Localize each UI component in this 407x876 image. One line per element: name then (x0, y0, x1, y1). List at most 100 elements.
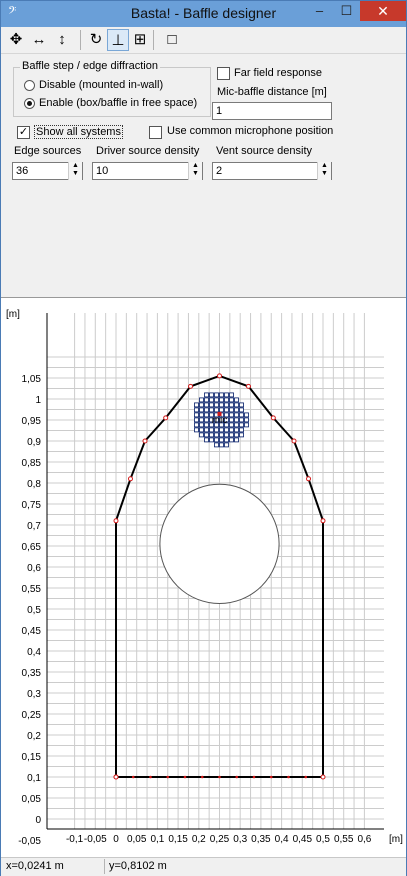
tweeter-source-cell (214, 437, 219, 443)
radio-disable-label[interactable]: Disable (mounted in-wall) (39, 79, 163, 91)
edge-sources-spinner[interactable]: ▲ ▼ (68, 162, 82, 180)
tweeter-source-cell (204, 427, 209, 433)
close-button[interactable]: ✕ (360, 1, 406, 21)
baffle-node (163, 415, 169, 421)
baffle-node (142, 438, 148, 444)
tweeter-source-cell (219, 397, 224, 403)
x-tick-label: 0,35 (251, 834, 271, 845)
tweeter-source-cell (194, 402, 199, 408)
tweeter-source-cell (229, 407, 234, 413)
tweeter-source-cell (229, 422, 234, 428)
toolbar-separator (80, 30, 81, 50)
y-tick-label: 0,35 (22, 668, 42, 679)
vertical-arrow-icon[interactable]: ↕ (51, 29, 73, 51)
horizontal-arrow-icon[interactable]: ↔ (28, 29, 50, 51)
tweeter-source-cell (214, 392, 219, 398)
baffle-plot[interactable]: 1,0510,950,90,850,80,750,70,650,60,550,5… (1, 298, 406, 858)
tweeter-source-cell (209, 392, 214, 398)
baffle-node (217, 373, 222, 379)
show-all-label[interactable]: Show all systems (34, 125, 123, 139)
vent-density-input[interactable]: 2 (212, 162, 332, 180)
far-field-checkbox[interactable] (217, 67, 230, 80)
y-tick-label: 0,3 (27, 689, 41, 700)
edge-source-dot (269, 775, 273, 779)
tweeter-source-cell (224, 427, 229, 433)
woofer-driver-circle (159, 483, 280, 604)
radio-enable-label[interactable]: Enable (box/baffle in free space) (39, 97, 197, 109)
common-mic-label[interactable]: Use common microphone position (167, 125, 333, 137)
baffle-plot-area[interactable]: 1,05 1 0,95 0,9 0,85 0,8 0,75 0,7 0,65 0,6 0,55 0,5… (1, 297, 406, 858)
tweeter-source-cell (214, 402, 219, 408)
y-unit-label: [m] (6, 309, 20, 320)
tweeter-source-cell (234, 412, 239, 418)
tweeter-source-cell (194, 427, 199, 433)
tweeter-source-cell (219, 437, 224, 443)
tweeter-source-cell (239, 432, 244, 438)
edge-source-dot (304, 775, 308, 779)
tweeter-source-cell (244, 417, 249, 423)
edge-source-dot (235, 775, 239, 779)
tweeter-source-cell (199, 422, 204, 428)
tweeter-source-cell (209, 402, 214, 408)
tweeter-source-cell (229, 437, 234, 443)
x-tick-label: 0,1 (150, 834, 164, 845)
show-all-checkbox[interactable]: ✓ (17, 126, 30, 139)
tweeter-source-cell (234, 417, 239, 423)
tweeter-source-cell (219, 392, 224, 398)
x-tick-label: 0,6 (357, 834, 371, 845)
tweeter-source-cell (229, 432, 234, 438)
toolbar-separator (153, 30, 154, 50)
rectangle-tool-icon[interactable]: □ (161, 29, 183, 51)
y-tick-label: 0,55 (22, 584, 42, 595)
tweeter-source-cell (214, 397, 219, 403)
far-field-label[interactable]: Far field response (234, 67, 322, 79)
x-tick-label: 0,25 (210, 834, 230, 845)
tweeter-source-cell (234, 402, 239, 408)
tweeter-source-cell (239, 407, 244, 413)
tweeter-source-cell (194, 417, 199, 423)
vent-density-spinner[interactable]: ▲ ▼ (317, 162, 331, 180)
driver-density-input[interactable]: 10 (92, 162, 203, 180)
y-tick-label: 1 (35, 395, 41, 406)
radio-enable[interactable] (24, 98, 35, 109)
maximize-button[interactable]: ☐ (333, 1, 360, 21)
tweeter-source-cell (204, 407, 209, 413)
baffle-node (306, 476, 312, 482)
title-bar[interactable]: 𝄢 Basta! - Baffle designer – ☐ ✕ (1, 1, 406, 27)
tweeter-source-cell (239, 422, 244, 428)
y-tick-label: 1,05 (22, 374, 42, 385)
grid-snap-icon[interactable]: ⊞ (129, 29, 151, 51)
tweeter-source-cell (204, 402, 209, 408)
tweeter-source-cell (209, 427, 214, 433)
tweeter-source-cell (219, 442, 224, 448)
tweeter-source-cell (239, 412, 244, 418)
tweeter-source-cell (199, 407, 204, 413)
status-divider (104, 859, 105, 874)
y-tick-label: 0,15 (22, 752, 42, 763)
tweeter-source-cell (194, 407, 199, 413)
minimize-button[interactable]: – (306, 1, 333, 21)
axis-origin-icon[interactable]: ⊥ (107, 29, 129, 51)
driver-density-spinner[interactable]: ▲ ▼ (188, 162, 202, 180)
y-tick-label: 0,25 (22, 710, 42, 721)
mic-distance-input[interactable]: 1 (212, 102, 332, 120)
mic-distance-label: Mic-baffle distance [m] (217, 86, 327, 98)
y-tick-label: 0,4 (27, 647, 41, 658)
baffle-step-group (13, 67, 211, 117)
status-y: y=0,8102 m (109, 860, 167, 872)
radio-disable[interactable] (24, 80, 35, 91)
tweeter-source-cell (239, 417, 244, 423)
tweeter-source-cell (229, 397, 234, 403)
y-tick-label: 0,5 (27, 605, 41, 616)
x-tick-label: 0,4 (275, 834, 289, 845)
pan-tool-icon[interactable]: ✥ (5, 29, 27, 51)
tweeter-source-cell (219, 402, 224, 408)
rotate-tool-icon[interactable]: ↻ (85, 29, 107, 51)
y-tick-label: 0,75 (22, 500, 42, 511)
y-tick-label: 0,9 (27, 437, 41, 448)
tweeter-source-cell (199, 427, 204, 433)
x-tick-label: 0,5 (316, 834, 330, 845)
common-mic-checkbox[interactable] (149, 126, 162, 139)
tweeter-source-cell (204, 397, 209, 403)
edge-source-dot (287, 775, 290, 779)
